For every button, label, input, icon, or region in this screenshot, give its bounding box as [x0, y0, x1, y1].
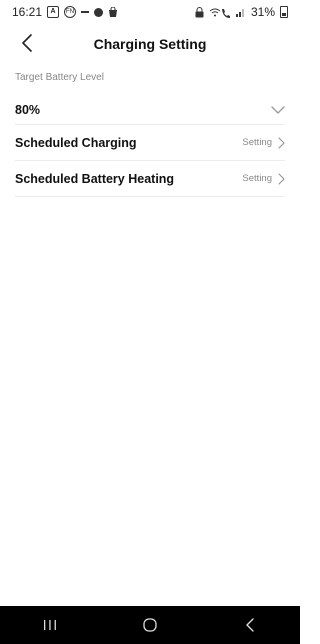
system-nav-bar — [0, 606, 300, 644]
scheduled-charging-action: Setting — [242, 136, 285, 149]
recent-apps-button[interactable] — [30, 613, 70, 637]
chrome-icon — [94, 7, 104, 17]
target-battery-dropdown[interactable]: 80% — [15, 95, 285, 125]
battery-percent: 31% — [250, 5, 275, 19]
status-right: 31% — [195, 5, 288, 19]
chevron-left-icon — [22, 34, 32, 52]
scheduled-battery-heating-row[interactable]: Scheduled Battery Heating Setting — [15, 161, 285, 197]
wifi-call-icon — [209, 7, 231, 18]
scheduled-charging-title: Scheduled Charging — [15, 135, 137, 150]
home-button[interactable] — [130, 613, 170, 637]
status-time: 16:21 — [12, 5, 43, 19]
fn-circle-icon: FN — [64, 6, 77, 18]
scheduled-charging-setting-label: Setting — [242, 137, 272, 148]
status-left: 16:21 A FN — [12, 5, 118, 19]
target-battery-value: 80% — [15, 102, 41, 117]
bag-icon — [108, 7, 118, 17]
app-header: Charging Setting — [0, 28, 300, 60]
dash-icon — [81, 11, 90, 13]
back-nav-button[interactable] — [230, 613, 270, 637]
page-title: Charging Setting — [93, 36, 207, 52]
target-battery-label: Target Battery Level — [15, 72, 104, 83]
signal-icon — [235, 7, 246, 17]
recent-apps-icon — [44, 620, 56, 630]
back-button[interactable] — [16, 32, 38, 54]
scheduled-battery-heating-setting-label: Setting — [242, 173, 272, 184]
scheduled-battery-heating-action: Setting — [242, 172, 285, 185]
home-icon — [143, 618, 157, 632]
scheduled-battery-heating-title: Scheduled Battery Heating — [15, 171, 175, 186]
a-box-icon: A — [47, 6, 60, 18]
settings-content: Target Battery Level 80% Scheduled Charg… — [15, 72, 285, 197]
back-nav-icon — [246, 618, 254, 632]
chevron-right-icon — [278, 172, 285, 185]
battery-icon — [280, 6, 288, 18]
status-bar: 16:21 A FN 31% — [0, 0, 300, 24]
scheduled-charging-row[interactable]: Scheduled Charging Setting — [15, 125, 285, 161]
chevron-right-icon — [278, 136, 285, 149]
chevron-down-icon — [271, 105, 285, 114]
lock-icon — [195, 6, 204, 18]
